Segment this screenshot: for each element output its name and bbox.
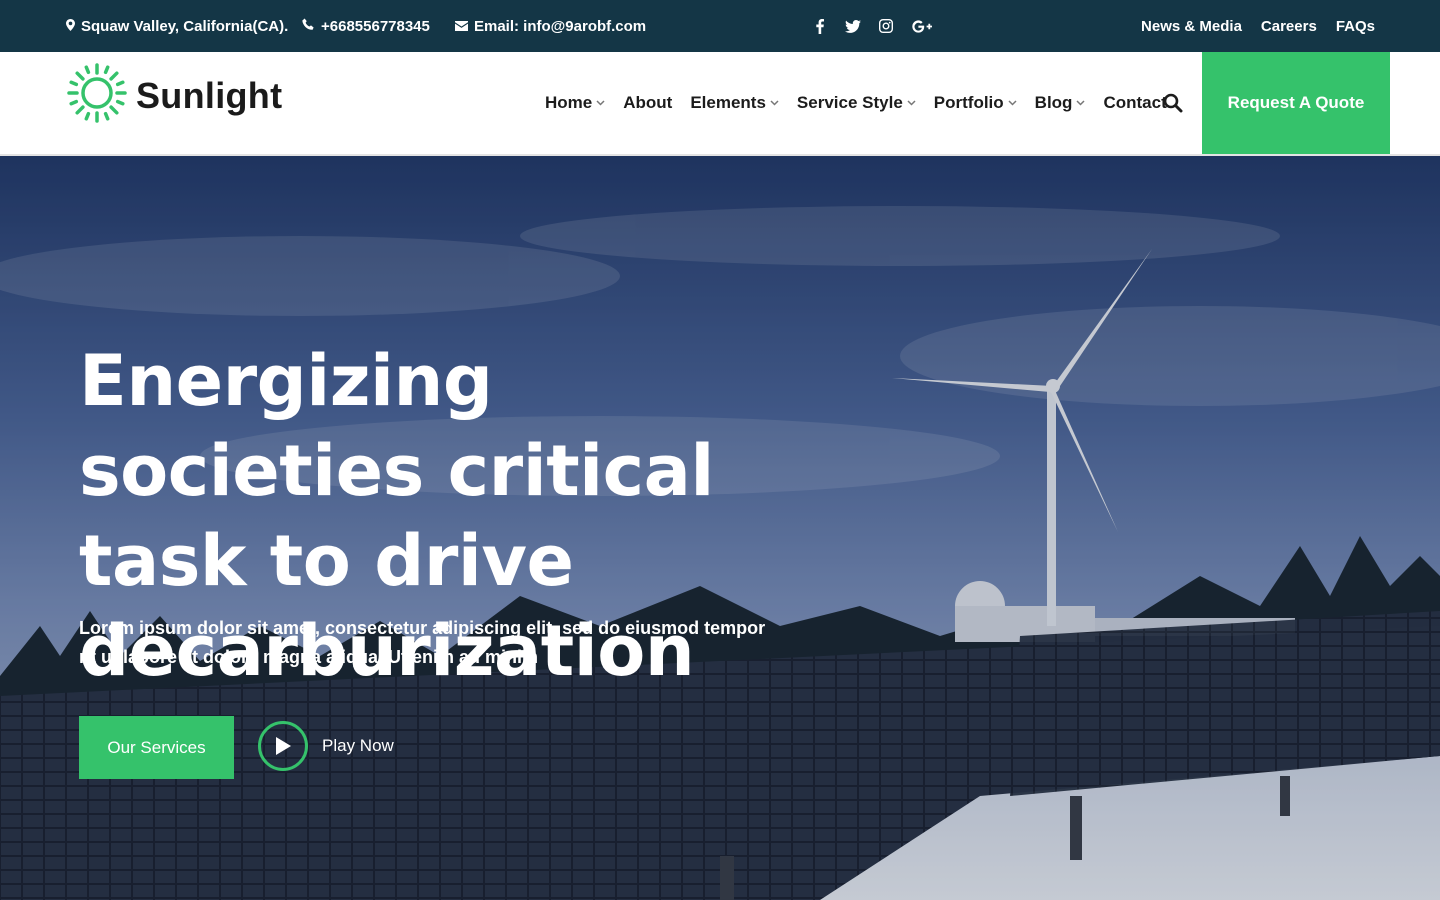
location-info: Squaw Valley, California(CA). bbox=[66, 0, 288, 52]
nav-item-about[interactable]: About bbox=[623, 93, 672, 113]
envelope-icon bbox=[455, 18, 468, 35]
email-text: Email: info@9arobf.com bbox=[474, 17, 647, 35]
phone-icon bbox=[302, 18, 315, 35]
nav-item-portfolio[interactable]: Portfolio bbox=[934, 93, 1017, 113]
main-nav: Home About Elements Service Style Portfo… bbox=[545, 52, 1185, 154]
nav-label: About bbox=[623, 93, 673, 112]
play-video-button[interactable]: Play Now bbox=[258, 720, 394, 772]
nav-label: Blog bbox=[1034, 93, 1073, 112]
faqs-link[interactable]: FAQs bbox=[1336, 18, 1375, 35]
news-media-link[interactable]: News & Media bbox=[1141, 18, 1242, 35]
nav-item-elements[interactable]: Elements bbox=[690, 93, 779, 113]
twitter-icon[interactable] bbox=[845, 18, 861, 34]
google-plus-icon[interactable] bbox=[911, 18, 933, 34]
social-links bbox=[812, 0, 933, 52]
nav-item-contact[interactable]: Contact bbox=[1103, 93, 1166, 113]
nav-item-service-style[interactable]: Service Style bbox=[797, 93, 916, 113]
logo[interactable]: Sunlight bbox=[66, 62, 282, 129]
map-pin-icon bbox=[66, 18, 75, 35]
request-quote-button[interactable]: Request A Quote bbox=[1202, 52, 1390, 154]
instagram-icon[interactable] bbox=[878, 18, 894, 34]
chevron-down-icon bbox=[1008, 99, 1017, 108]
nav-item-home[interactable]: Home bbox=[545, 93, 605, 113]
logo-text: Sunlight bbox=[136, 74, 283, 116]
chevron-down-icon bbox=[770, 99, 779, 108]
search-icon[interactable] bbox=[1163, 93, 1183, 113]
nav-label: Elements bbox=[690, 93, 766, 112]
top-links: News & Media Careers FAQs bbox=[1141, 0, 1375, 52]
chevron-down-icon bbox=[1076, 99, 1085, 108]
nav-label: Contact bbox=[1103, 93, 1167, 112]
main-header: Sunlight Home About Elements Service Sty… bbox=[0, 52, 1440, 156]
play-label: Play Now bbox=[322, 736, 394, 755]
nav-label: Portfolio bbox=[933, 93, 1004, 112]
our-services-button[interactable]: Our Services bbox=[79, 716, 234, 779]
careers-link[interactable]: Careers bbox=[1261, 18, 1317, 35]
top-bar: Squaw Valley, California(CA). +668556778… bbox=[0, 0, 1440, 52]
nav-item-blog[interactable]: Blog bbox=[1035, 93, 1086, 113]
hero-description: Lorem ipsum dolor sit amet, consectetur … bbox=[79, 618, 766, 667]
facebook-icon[interactable] bbox=[812, 18, 828, 34]
sun-icon bbox=[66, 62, 128, 129]
play-icon bbox=[258, 721, 308, 771]
email-info[interactable]: Email: info@9arobf.com bbox=[455, 0, 646, 52]
phone-info[interactable]: +668556778345 bbox=[302, 0, 430, 52]
phone-text: +668556778345 bbox=[321, 17, 430, 35]
nav-label: Service Style bbox=[796, 93, 903, 112]
nav-label: Home bbox=[545, 93, 593, 112]
hero-section: Energizing societies critical task to dr… bbox=[0, 156, 1440, 900]
chevron-down-icon bbox=[907, 99, 916, 108]
chevron-down-icon bbox=[596, 99, 605, 108]
location-text: Squaw Valley, California(CA). bbox=[81, 17, 289, 35]
